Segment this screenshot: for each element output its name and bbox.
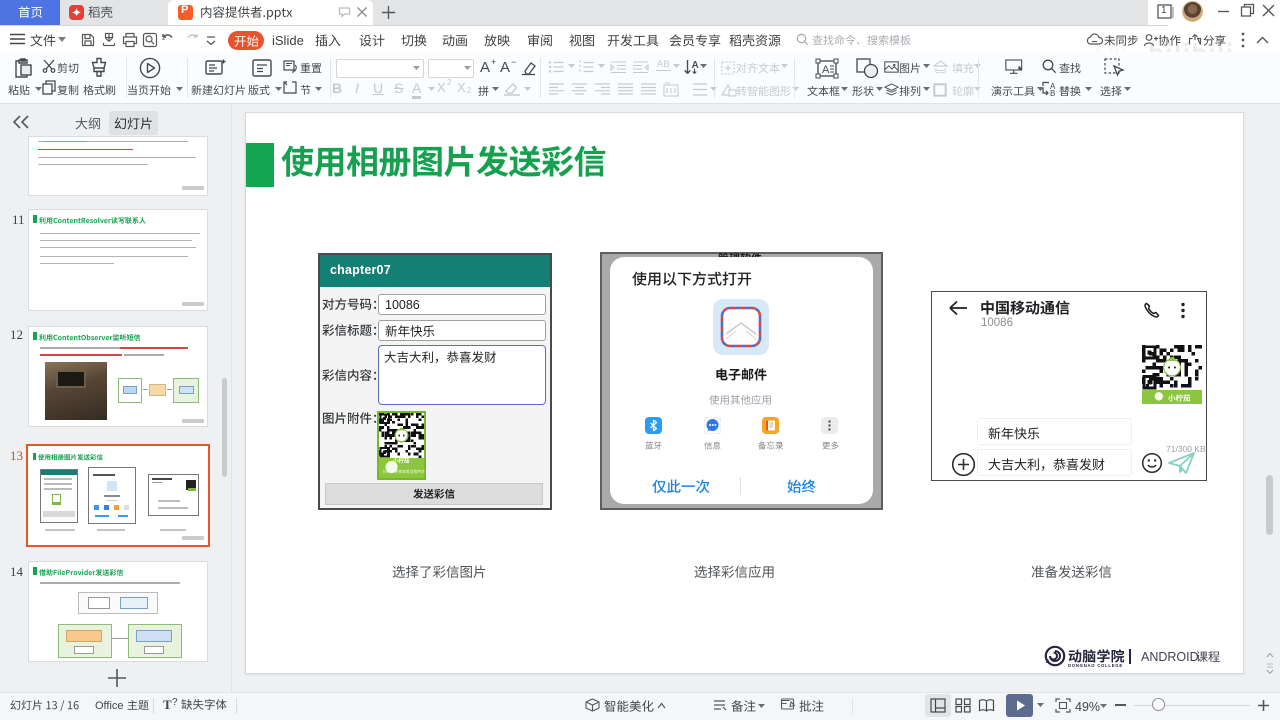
svg-text:B: B — [1050, 89, 1055, 97]
svg-text:A: A — [692, 60, 699, 71]
svg-text:A: A — [822, 64, 830, 76]
